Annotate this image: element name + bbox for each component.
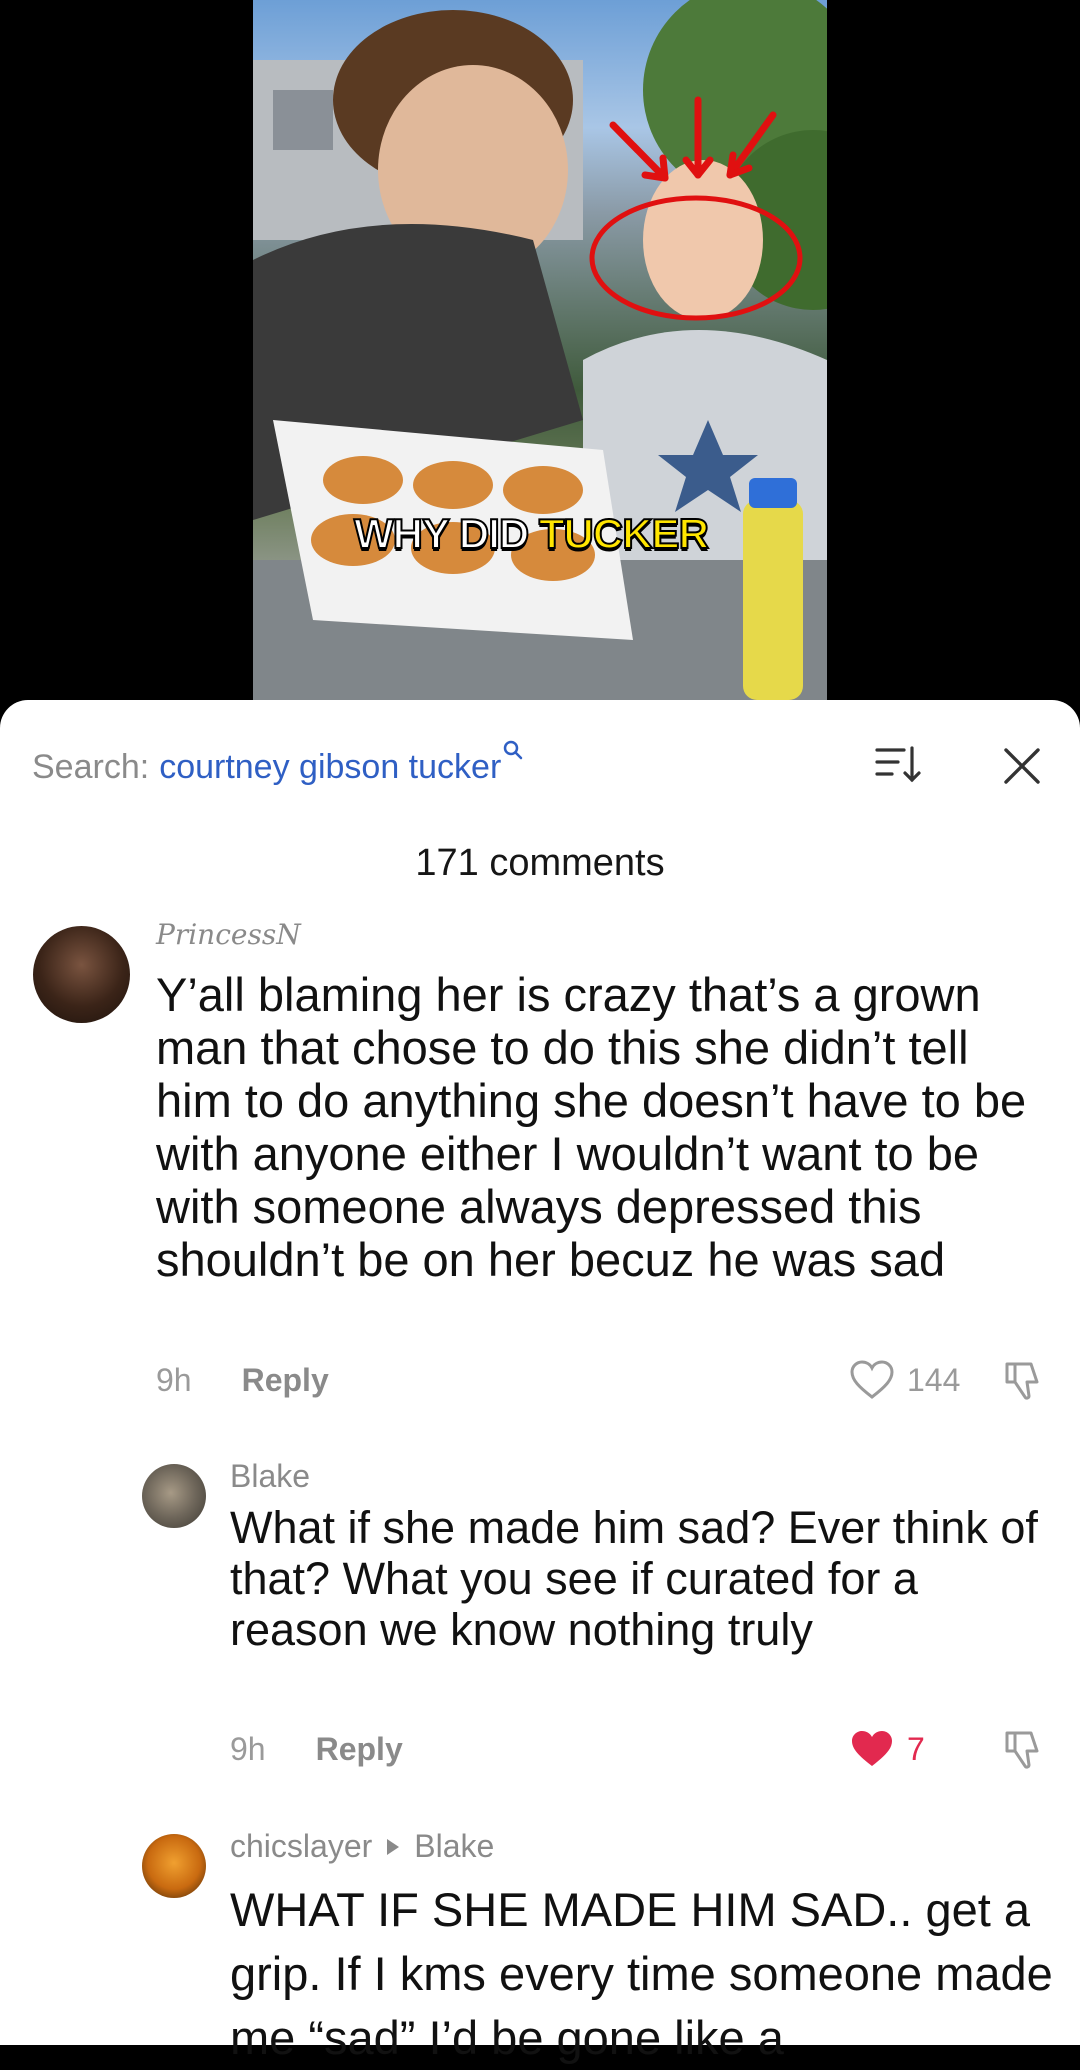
dislike-icon[interactable] — [1001, 1727, 1045, 1771]
close-icon[interactable] — [998, 742, 1046, 790]
avatar[interactable] — [142, 1834, 206, 1898]
video-frame[interactable] — [253, 0, 827, 710]
like-button[interactable]: 7 — [849, 1727, 925, 1771]
avatar[interactable] — [142, 1464, 206, 1528]
video-thumbnail — [253, 0, 827, 710]
search-term-link[interactable]: courtney gibson tucker — [159, 748, 501, 787]
comment-time: 9h — [230, 1730, 266, 1767]
reply-button[interactable]: Reply — [316, 1731, 403, 1768]
comment-text: WHAT IF SHE MADE HIM SAD.. get a grip. I… — [230, 1883, 1053, 2064]
video-caption: WHY DID TUCKER — [353, 509, 710, 558]
reply-button[interactable]: Reply — [242, 1362, 329, 1399]
comment-username[interactable]: chicslayer — [230, 1828, 372, 1865]
like-button[interactable]: 144 — [849, 1358, 960, 1402]
like-count: 7 — [907, 1730, 925, 1767]
comment-meta: 9h Reply — [156, 1360, 329, 1400]
reply-to-username[interactable]: Blake — [414, 1828, 494, 1865]
search-icon[interactable] — [503, 740, 523, 766]
search-bar[interactable]: Search: courtney gibson tucker — [32, 740, 523, 792]
comment-time: 9h — [156, 1361, 192, 1398]
video-player[interactable]: WHY DID TUCKER — [0, 0, 1080, 710]
dislike-icon[interactable] — [1001, 1358, 1045, 1402]
heart-filled-icon — [852, 1731, 892, 1766]
heart-icon — [850, 1360, 894, 1399]
comment-username[interactable]: PrincessN — [156, 918, 301, 951]
comment-text: What if she made him sad? Ever think of … — [230, 1502, 1038, 1655]
comment-meta: 9h Reply — [230, 1729, 403, 1769]
like-count: 144 — [907, 1361, 961, 1398]
comment-username-row: chicslayer Blake — [230, 1828, 494, 1865]
comment-username[interactable]: Blake — [230, 1458, 310, 1495]
play-right-icon — [387, 1838, 400, 1855]
avatar[interactable] — [33, 926, 130, 1023]
caption-prefix: WHY DID — [353, 509, 530, 558]
comments-count: 171 comments — [415, 842, 665, 884]
search-label: Search: — [32, 747, 150, 786]
caption-highlight: TUCKER — [538, 509, 710, 558]
comment-text: Y’all blaming her is crazy that’s a grow… — [156, 968, 1027, 1286]
sort-icon[interactable] — [874, 742, 924, 786]
